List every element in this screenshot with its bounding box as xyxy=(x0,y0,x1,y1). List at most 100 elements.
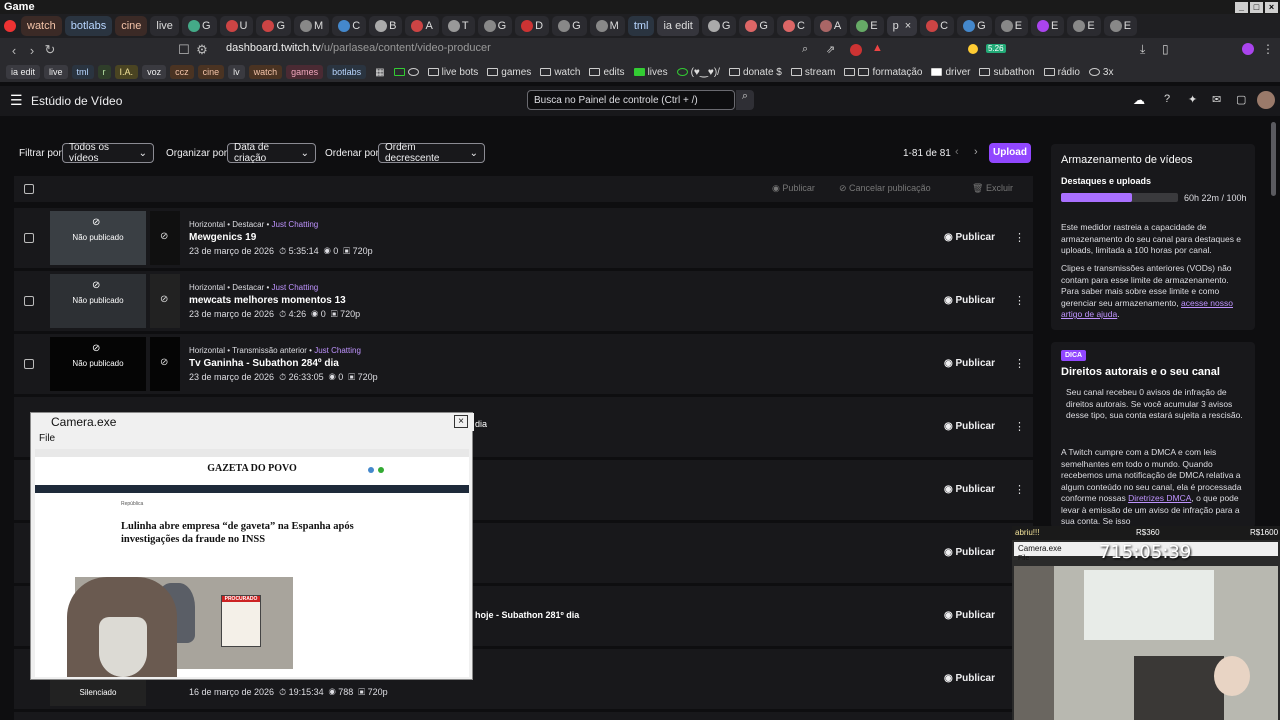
tab-watch[interactable]: watch xyxy=(21,16,62,36)
prev-page-icon[interactable]: ‹ xyxy=(955,146,959,158)
bookmark-chip[interactable]: r xyxy=(97,65,111,79)
bookmark-item[interactable]: rádio xyxy=(1043,67,1080,78)
publish-button[interactable]: ◉ Publicar xyxy=(944,295,995,306)
tab-item[interactable]: C xyxy=(332,16,367,36)
more-options-icon[interactable]: ⋮ xyxy=(1014,357,1025,370)
url-field[interactable]: dashboard.twitch.tv/u/parlasea/content/v… xyxy=(226,42,491,54)
bookmark-item[interactable]: live bots xyxy=(427,67,478,78)
camera-window[interactable]: Camera.exe × File GAZETA DO POVO Repúbli… xyxy=(30,412,474,680)
tab-item[interactable]: T xyxy=(441,16,475,36)
tab-cine[interactable]: cine xyxy=(115,16,148,36)
video-thumbnail[interactable]: ⊘ Não publicado xyxy=(50,337,146,391)
publish-button[interactable]: ◉ Publicar xyxy=(944,547,995,558)
tab-current[interactable]: p × xyxy=(886,16,918,36)
search-input[interactable]: Busca no Painel de controle (Ctrl + /) xyxy=(527,90,735,110)
bookmark-item[interactable]: subathon xyxy=(979,67,1035,78)
order-dropdown[interactable]: Ordem decrescente ⌄ xyxy=(378,142,485,164)
video-title[interactable]: mewcats melhores momentos 13 xyxy=(189,295,346,306)
tab-item[interactable]: E xyxy=(1103,16,1138,36)
filter-dropdown[interactable]: Todos os vídeos ⌄ xyxy=(62,142,154,164)
bookmark-chip[interactable]: games xyxy=(286,65,324,79)
tab-item[interactable]: C xyxy=(920,16,955,36)
row-checkbox[interactable] xyxy=(24,296,34,306)
bookmark-chip[interactable]: tml xyxy=(71,65,94,79)
bookmark-chip[interactable]: ia edit xyxy=(6,65,41,79)
site-info-icon[interactable]: ⚙ xyxy=(193,42,211,58)
share-icon[interactable]: ⇗ xyxy=(826,43,835,56)
publish-button[interactable]: ◉ Publicar xyxy=(944,484,995,495)
tab-tml[interactable]: tml xyxy=(627,16,655,36)
more-options-icon[interactable]: ⋮ xyxy=(1014,483,1025,496)
tab-item[interactable]: M xyxy=(294,16,330,36)
tab-item[interactable]: E xyxy=(1031,16,1065,36)
bookmark-item[interactable] xyxy=(393,68,419,76)
tab-item[interactable]: B xyxy=(369,16,403,36)
tab-item[interactable]: G xyxy=(181,16,217,36)
tab-item[interactable]: G xyxy=(957,16,992,36)
scrollbar-thumb[interactable] xyxy=(1271,122,1276,196)
bookmark-chip[interactable]: I.A. xyxy=(114,65,139,79)
tab-item[interactable]: E xyxy=(1067,16,1101,36)
extension-icon[interactable] xyxy=(968,44,978,54)
tab-item[interactable]: G xyxy=(739,16,774,36)
row-checkbox[interactable] xyxy=(24,233,34,243)
reload-icon[interactable]: ↻ xyxy=(41,42,59,58)
minimize-icon[interactable]: _ xyxy=(1235,1,1248,13)
profile-icon[interactable] xyxy=(1242,43,1254,55)
bulk-unpublish-button[interactable]: ⊘ Cancelar publicação xyxy=(839,183,931,194)
tab-item[interactable]: M xyxy=(589,16,625,36)
tab-item[interactable]: A xyxy=(405,16,439,36)
tab-item[interactable]: E xyxy=(850,16,884,36)
tab-ia-edit[interactable]: ia edit xyxy=(657,16,699,36)
zoom-icon[interactable]: ⌕ xyxy=(802,43,808,56)
publish-button[interactable]: ◉ Publicar xyxy=(944,610,995,621)
maximize-icon[interactable]: □ xyxy=(1250,1,1263,13)
bookmark-item[interactable]: lives xyxy=(633,67,668,78)
tab-item[interactable]: A xyxy=(813,16,848,36)
bookmark-item[interactable]: donate $ xyxy=(728,67,782,78)
extension-icon[interactable] xyxy=(850,44,862,56)
next-page-icon[interactable]: › xyxy=(974,146,978,158)
back-icon[interactable]: ‹ xyxy=(5,43,23,58)
tab-item[interactable]: G xyxy=(256,16,292,36)
close-icon[interactable]: × xyxy=(454,415,468,428)
bits-icon[interactable]: ✦ xyxy=(1188,93,1197,106)
tab-item[interactable]: G xyxy=(701,16,737,36)
bookmark-item[interactable]: formatação xyxy=(844,67,922,78)
tab-botlabs[interactable]: botlabs xyxy=(64,16,113,36)
download-icon[interactable]: ⤓ xyxy=(1140,42,1145,57)
row-checkbox[interactable] xyxy=(24,359,34,369)
hamburger-menu-icon[interactable]: ☰ xyxy=(10,92,23,109)
bookmark-chip[interactable]: lv xyxy=(228,65,245,79)
select-all-checkbox[interactable] xyxy=(24,184,34,194)
tab-item[interactable]: D xyxy=(515,16,550,36)
video-title[interactable]: Tv Ganinha - Subathon 284º dia xyxy=(189,358,339,369)
sidebar-icon[interactable]: ▯ xyxy=(1162,42,1169,56)
file-menu[interactable]: File xyxy=(39,433,55,444)
bulk-publish-button[interactable]: ◉ Publicar xyxy=(772,183,815,194)
inbox-icon[interactable]: ✉ xyxy=(1212,93,1221,106)
dmca-guidelines-link[interactable]: Diretrizes DMCA xyxy=(1128,493,1191,503)
bookmark-item[interactable]: watch xyxy=(540,67,580,78)
bookmark-item[interactable]: 3x xyxy=(1088,67,1113,78)
upload-button[interactable]: Upload xyxy=(989,143,1031,163)
more-options-icon[interactable]: ⋮ xyxy=(1014,294,1025,307)
help-icon[interactable]: ? xyxy=(1164,93,1170,105)
publish-button[interactable]: ◉ Publicar xyxy=(944,358,995,369)
extension-badge[interactable]: 5.26 xyxy=(986,44,1006,53)
close-icon[interactable]: × xyxy=(1265,1,1278,13)
more-options-icon[interactable]: ⋮ xyxy=(1014,420,1025,433)
bookmark-chip[interactable]: voz xyxy=(142,65,167,79)
video-title[interactable]: Mewgenics 19 xyxy=(189,232,256,243)
bookmark-item[interactable]: stream xyxy=(790,67,835,78)
forward-icon[interactable]: › xyxy=(23,43,41,58)
avatar[interactable] xyxy=(1257,91,1275,109)
publish-button[interactable]: ◉ Publicar xyxy=(944,421,995,432)
publish-button[interactable]: ◉ Publicar xyxy=(944,232,995,243)
bookmark-item[interactable]: games xyxy=(487,67,531,78)
bookmark-chip[interactable]: watch xyxy=(248,65,283,79)
bookmark-chip[interactable]: botlabs xyxy=(327,65,367,79)
tab-item[interactable]: G xyxy=(552,16,587,36)
organize-dropdown[interactable]: Data de criação ⌄ xyxy=(227,142,316,164)
more-options-icon[interactable]: ⋮ xyxy=(1014,231,1025,244)
